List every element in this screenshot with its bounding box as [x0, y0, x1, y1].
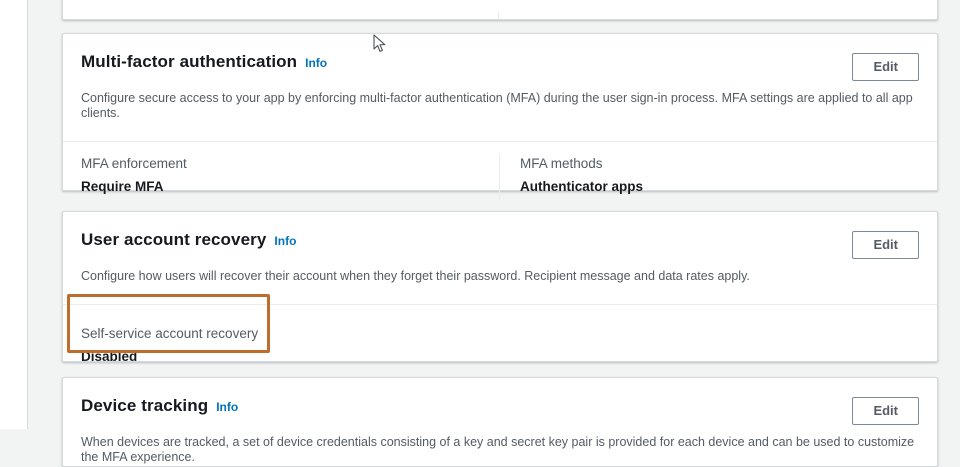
left-panel-edge — [0, 0, 28, 429]
mfa-info-link[interactable]: Info — [305, 56, 327, 70]
device-card-header: Device tracking Info Edit — [63, 378, 937, 425]
recovery-info-link[interactable]: Info — [274, 234, 296, 248]
field-value: Require MFA — [81, 179, 499, 195]
mfa-enforcement-field: MFA enforcement Require MFA — [63, 156, 499, 200]
recovery-card-header: User account recovery Info Edit — [63, 212, 937, 259]
field-value: Authenticator apps — [520, 179, 643, 195]
self-service-recovery-field: Self-service account recovery Disabled — [63, 305, 937, 365]
field-label: MFA enforcement — [81, 156, 499, 172]
mfa-section-card: Multi-factor authentication Info Edit Co… — [62, 33, 938, 191]
field-label: Self-service account recovery — [81, 326, 937, 342]
device-edit-button[interactable]: Edit — [852, 397, 919, 425]
recovery-section-title: User account recovery — [81, 230, 266, 250]
device-section-description: When devices are tracked, a set of devic… — [81, 435, 919, 465]
field-label: MFA methods — [520, 156, 643, 172]
recovery-edit-button[interactable]: Edit — [852, 231, 919, 259]
mfa-methods-field: MFA methods Authenticator apps — [500, 156, 643, 200]
mfa-section-description: Configure secure access to your app by e… — [81, 91, 919, 121]
mfa-section-title: Multi-factor authentication — [81, 52, 297, 72]
recovery-section-description: Configure how users will recover their a… — [81, 269, 919, 284]
previous-section-card — [62, 0, 938, 20]
device-tracking-section-card: Device tracking Info Edit When devices a… — [62, 377, 938, 467]
column-divider — [498, 12, 499, 19]
device-section-title: Device tracking — [81, 396, 208, 416]
mfa-edit-button[interactable]: Edit — [852, 53, 919, 81]
field-value: Disabled — [81, 349, 937, 365]
mfa-card-header: Multi-factor authentication Info Edit — [63, 34, 937, 81]
device-info-link[interactable]: Info — [216, 400, 238, 414]
user-account-recovery-section-card: User account recovery Info Edit Configur… — [62, 211, 938, 362]
